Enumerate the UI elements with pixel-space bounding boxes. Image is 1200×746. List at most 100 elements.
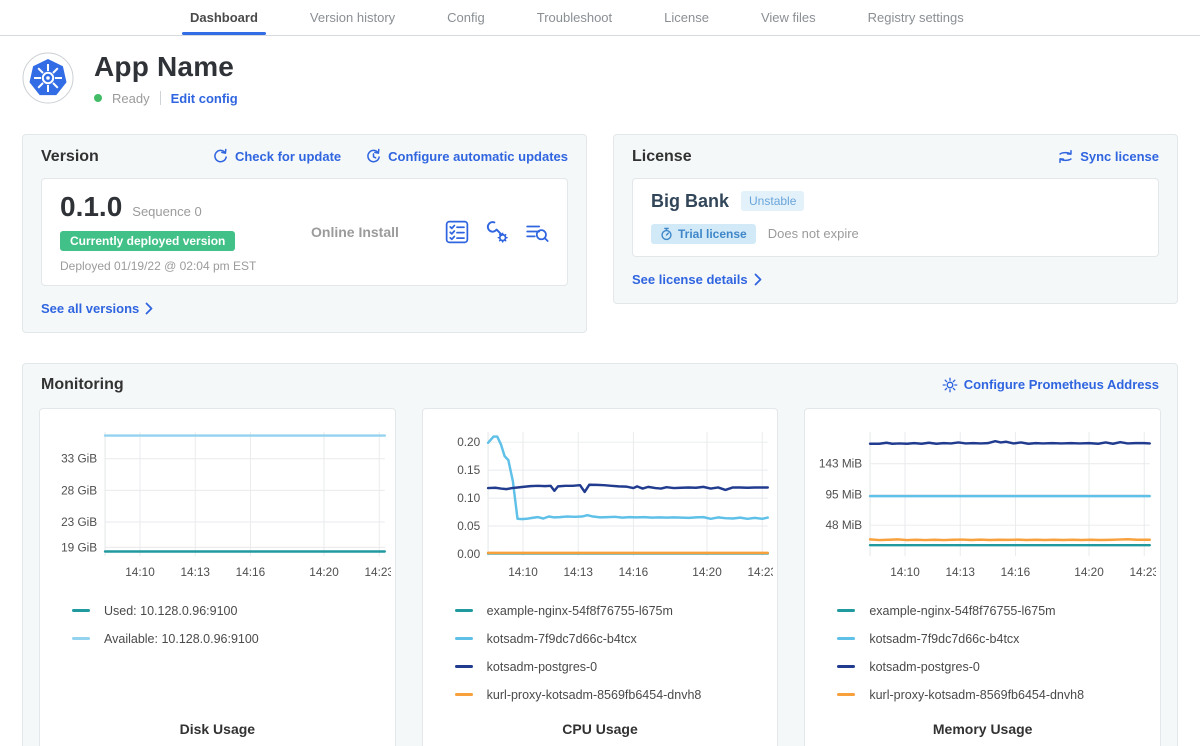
edit-config-link[interactable]: Edit config bbox=[171, 91, 238, 106]
config-wrench-icon[interactable] bbox=[485, 220, 509, 244]
monitoring-card: Monitoring Configure Prometheus Address … bbox=[22, 363, 1178, 746]
svg-text:14:10: 14:10 bbox=[891, 565, 921, 579]
svg-text:14:20: 14:20 bbox=[309, 565, 339, 579]
legend-label: example-nginx-54f8f76755-l675m bbox=[869, 604, 1055, 618]
configure-prometheus-button[interactable]: Configure Prometheus Address bbox=[942, 377, 1159, 393]
svg-text:14:23: 14:23 bbox=[364, 565, 390, 579]
tab-version-history[interactable]: Version history bbox=[310, 0, 395, 35]
legend-swatch-icon bbox=[72, 637, 90, 640]
legend-swatch-icon bbox=[455, 609, 473, 612]
top-nav: Dashboard Version history Config Trouble… bbox=[0, 0, 1200, 36]
svg-text:0.10: 0.10 bbox=[457, 491, 480, 505]
svg-text:14:20: 14:20 bbox=[1075, 565, 1105, 579]
svg-text:14:13: 14:13 bbox=[946, 565, 976, 579]
svg-text:0.20: 0.20 bbox=[457, 435, 480, 449]
svg-text:14:13: 14:13 bbox=[180, 565, 210, 579]
tab-view-files[interactable]: View files bbox=[761, 0, 816, 35]
legend-swatch-icon bbox=[455, 693, 473, 696]
deployed-timestamp: Deployed 01/19/22 @ 02:04 pm EST bbox=[60, 259, 295, 273]
memory-usage-chart-card: 14:1014:1314:1614:2014:2348 MiB95 MiB143… bbox=[804, 408, 1161, 746]
disk-usage-chart: 14:1014:1314:1614:2014:2319 GiB23 GiB28 … bbox=[44, 421, 391, 589]
legend-label: example-nginx-54f8f76755-l675m bbox=[487, 604, 673, 618]
chart-title: Memory Usage bbox=[809, 709, 1156, 737]
chevron-right-icon bbox=[145, 302, 153, 315]
chart-title: Disk Usage bbox=[44, 709, 391, 737]
expiry-text: Does not expire bbox=[768, 226, 859, 241]
sync-license-button[interactable]: Sync license bbox=[1057, 149, 1159, 164]
disk-usage-legend: Used: 10.128.0.96:9100 Available: 10.128.… bbox=[72, 597, 391, 653]
legend-label: Used: 10.128.0.96:9100 bbox=[104, 604, 237, 618]
monitoring-title: Monitoring bbox=[41, 376, 124, 394]
see-license-details-link[interactable]: See license details bbox=[632, 272, 762, 287]
sequence-label: Sequence 0 bbox=[132, 204, 201, 219]
legend-label: kotsadm-postgres-0 bbox=[487, 660, 597, 674]
chevron-right-icon bbox=[754, 273, 762, 286]
tab-license[interactable]: License bbox=[664, 0, 709, 35]
legend-swatch-icon bbox=[837, 609, 855, 612]
deploy-logs-icon[interactable] bbox=[525, 220, 549, 244]
legend-label: kotsadm-7f9dc7d66c-b4tcx bbox=[487, 632, 637, 646]
license-card: License Sync license Big Bank Unstable bbox=[613, 134, 1178, 304]
legend-swatch-icon bbox=[455, 637, 473, 640]
svg-text:0.05: 0.05 bbox=[457, 519, 480, 533]
tab-registry-settings[interactable]: Registry settings bbox=[868, 0, 964, 35]
stopwatch-icon bbox=[660, 227, 673, 241]
configure-automatic-updates-button[interactable]: Configure automatic updates bbox=[365, 148, 568, 165]
app-header: App Name Ready Edit config bbox=[0, 36, 1200, 106]
svg-text:0.15: 0.15 bbox=[457, 463, 480, 477]
tab-config[interactable]: Config bbox=[447, 0, 485, 35]
legend-swatch-icon bbox=[837, 693, 855, 696]
summary-cards-row: Version Check for update Configure au bbox=[0, 134, 1200, 333]
legend-item: kotsadm-postgres-0 bbox=[455, 653, 774, 681]
svg-text:33 GiB: 33 GiB bbox=[61, 451, 97, 465]
svg-text:14:23: 14:23 bbox=[747, 565, 773, 579]
license-card-title: License bbox=[632, 148, 692, 166]
status-text: Ready bbox=[112, 91, 150, 106]
license-details-panel: Big Bank Unstable Trial license Does not… bbox=[632, 178, 1159, 257]
svg-text:19 GiB: 19 GiB bbox=[61, 540, 97, 554]
legend-item: Available: 10.128.0.96:9100 bbox=[72, 625, 391, 653]
schedule-update-icon bbox=[365, 148, 382, 165]
tab-troubleshoot[interactable]: Troubleshoot bbox=[537, 0, 612, 35]
trial-license-badge: Trial license bbox=[651, 224, 756, 244]
divider bbox=[160, 91, 161, 105]
memory-usage-chart: 14:1014:1314:1614:2014:2348 MiB95 MiB143… bbox=[809, 421, 1156, 589]
legend-item: kotsadm-7f9dc7d66c-b4tcx bbox=[455, 625, 774, 653]
svg-text:14:13: 14:13 bbox=[563, 565, 593, 579]
tab-dashboard[interactable]: Dashboard bbox=[190, 0, 258, 35]
legend-label: kotsadm-7f9dc7d66c-b4tcx bbox=[869, 632, 1019, 646]
legend-item: example-nginx-54f8f76755-l675m bbox=[455, 597, 774, 625]
deployed-badge: Currently deployed version bbox=[60, 231, 235, 251]
preflight-checks-icon[interactable] bbox=[445, 220, 469, 244]
see-all-versions-link[interactable]: See all versions bbox=[41, 301, 153, 316]
svg-text:14:16: 14:16 bbox=[236, 565, 266, 579]
kubernetes-logo-icon bbox=[22, 52, 74, 104]
check-for-update-button[interactable]: Check for update bbox=[212, 148, 341, 165]
cpu-usage-chart: 14:1014:1314:1614:2014:230.000.050.100.1… bbox=[427, 421, 774, 589]
svg-text:95 MiB: 95 MiB bbox=[826, 488, 863, 502]
svg-text:143 MiB: 143 MiB bbox=[819, 457, 862, 471]
legend-item: example-nginx-54f8f76755-l675m bbox=[837, 597, 1156, 625]
legend-label: kotsadm-postgres-0 bbox=[869, 660, 979, 674]
version-card-title: Version bbox=[41, 148, 99, 166]
charts-row: 14:1014:1314:1614:2014:2319 GiB23 GiB28 … bbox=[31, 408, 1169, 746]
cpu-usage-chart-card: 14:1014:1314:1614:2014:230.000.050.100.1… bbox=[422, 408, 779, 746]
svg-text:14:10: 14:10 bbox=[508, 565, 538, 579]
svg-text:14:10: 14:10 bbox=[125, 565, 155, 579]
cpu-usage-legend: example-nginx-54f8f76755-l675m kotsadm-7f… bbox=[455, 597, 774, 709]
legend-swatch-icon bbox=[72, 609, 90, 612]
channel-badge: Unstable bbox=[741, 191, 804, 211]
gear-icon bbox=[942, 377, 958, 393]
svg-text:14:20: 14:20 bbox=[692, 565, 722, 579]
legend-label: Available: 10.128.0.96:9100 bbox=[104, 632, 259, 646]
legend-item: Used: 10.128.0.96:9100 bbox=[72, 597, 391, 625]
status-dot bbox=[94, 94, 102, 102]
current-version-panel: 0.1.0 Sequence 0 Currently deployed vers… bbox=[41, 178, 568, 286]
svg-text:23 GiB: 23 GiB bbox=[61, 515, 97, 529]
legend-label: kurl-proxy-kotsadm-8569fb6454-dnvh8 bbox=[869, 688, 1084, 702]
install-type-label: Online Install bbox=[295, 224, 445, 240]
legend-swatch-icon bbox=[837, 665, 855, 668]
svg-text:14:16: 14:16 bbox=[1001, 565, 1031, 579]
legend-item: kurl-proxy-kotsadm-8569fb6454-dnvh8 bbox=[837, 681, 1156, 709]
legend-item: kotsadm-postgres-0 bbox=[837, 653, 1156, 681]
